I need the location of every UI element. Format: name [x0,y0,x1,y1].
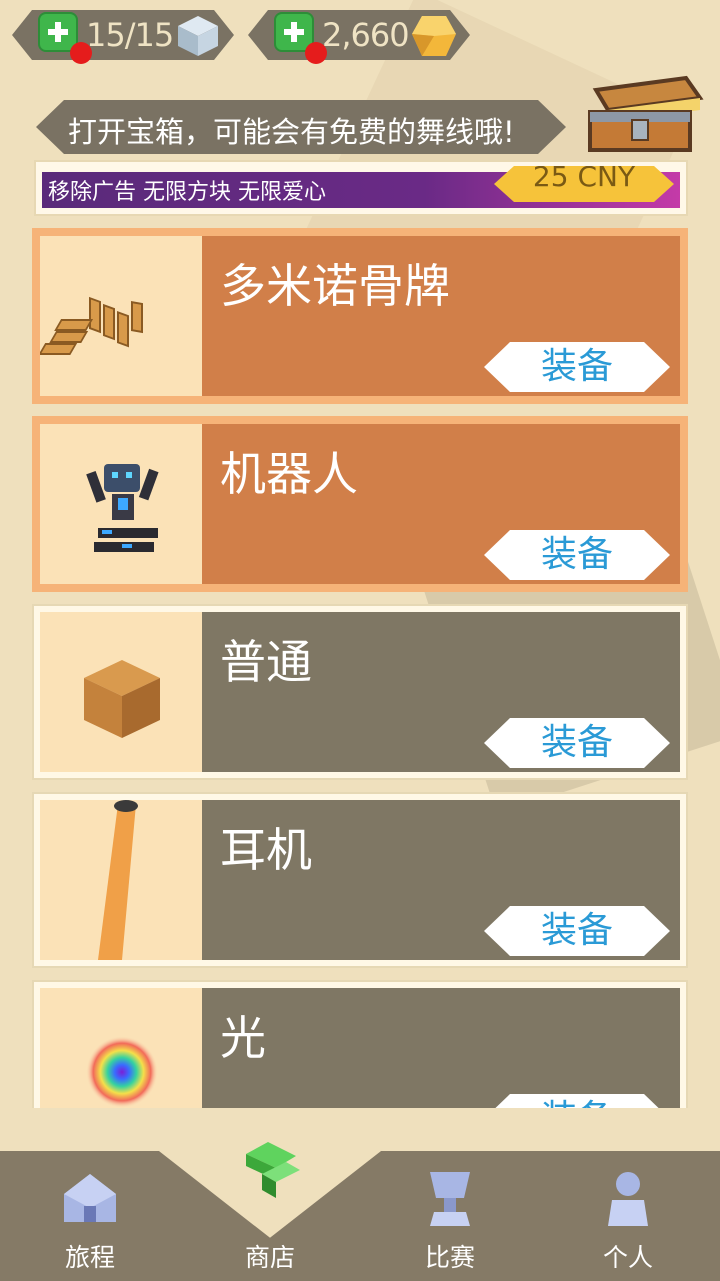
item-name: 普通 [220,635,312,689]
ice-cube-icon [178,16,218,56]
equip-button[interactable]: 装备 [484,342,670,392]
gems-value: 2,660 [322,16,410,54]
item-thumbnail [40,424,202,584]
chest-tip-text: 打开宝箱，可能会有免费的舞线哦! [68,115,515,149]
robot-icon [86,464,159,552]
tab-journey[interactable]: 旅程 [30,1168,150,1278]
item-name: 光 [220,1011,266,1065]
tab-profile[interactable]: 个人 [568,1168,688,1278]
tab-label: 个人 [602,1243,653,1272]
cube-icon [84,660,160,738]
item-thumbnail [40,800,202,960]
list-item: 耳机 装备 [32,792,688,968]
promo-strip: 移除广告 无限方块 无限爱心 25 CNY [42,172,680,208]
house-icon [64,1174,116,1222]
headphones-icon [98,800,138,960]
list-item: 机器人 装备 [32,416,688,592]
item-name: 多米诺骨牌 [220,259,450,313]
shop-icon [246,1142,300,1198]
tab-label: 比赛 [424,1243,475,1272]
list-item: 多米诺骨牌 装备 [32,228,688,404]
chest-tip-banner: 打开宝箱，可能会有免费的舞线哦! [36,100,566,154]
equip-button[interactable]: 装备 [484,718,670,768]
item-thumbnail [40,988,202,1108]
list-item: 光 装备 [32,980,688,1108]
bottom-nav: 旅程 商店 比赛 个人 [0,1108,720,1281]
item-name: 耳机 [220,823,312,877]
item-pane: 耳机 装备 [202,800,680,960]
list-item: 普通 装备 [32,604,688,780]
equip-button[interactable]: 装备 [484,530,670,580]
equip-button[interactable]: 装备 [484,906,670,956]
item-thumbnail [38,236,202,396]
tab-shop[interactable]: 商店 [210,1142,330,1278]
item-pane: 光 装备 [202,988,680,1108]
promo-offer[interactable]: 移除广告 无限方块 无限爱心 25 CNY [34,160,688,216]
trophy-icon [430,1172,470,1226]
person-icon [608,1172,648,1226]
item-pane: 多米诺骨牌 装备 [202,236,680,396]
item-thumbnail [40,612,202,772]
promo-text: 移除广告 无限方块 无限爱心 [48,180,326,205]
item-pane: 机器人 装备 [202,424,680,584]
hearts-value: 15/15 [86,16,174,54]
tab-race[interactable]: 比赛 [390,1168,510,1278]
promo-price-button[interactable]: 25 CNY [494,166,674,202]
tab-label: 商店 [244,1243,295,1272]
light-icon [86,1036,158,1108]
item-name: 机器人 [220,447,358,501]
tab-label: 旅程 [64,1243,115,1272]
domino-icon [38,296,143,355]
item-pane: 普通 装备 [202,612,680,772]
treasure-chest-icon[interactable] [582,70,706,154]
skin-list[interactable]: 多米诺骨牌 装备 机器人 装备 普通 装备 耳机 装备 光 [0,220,720,1108]
equip-button[interactable]: 装备 [484,1094,670,1108]
gem-icon [412,16,456,56]
